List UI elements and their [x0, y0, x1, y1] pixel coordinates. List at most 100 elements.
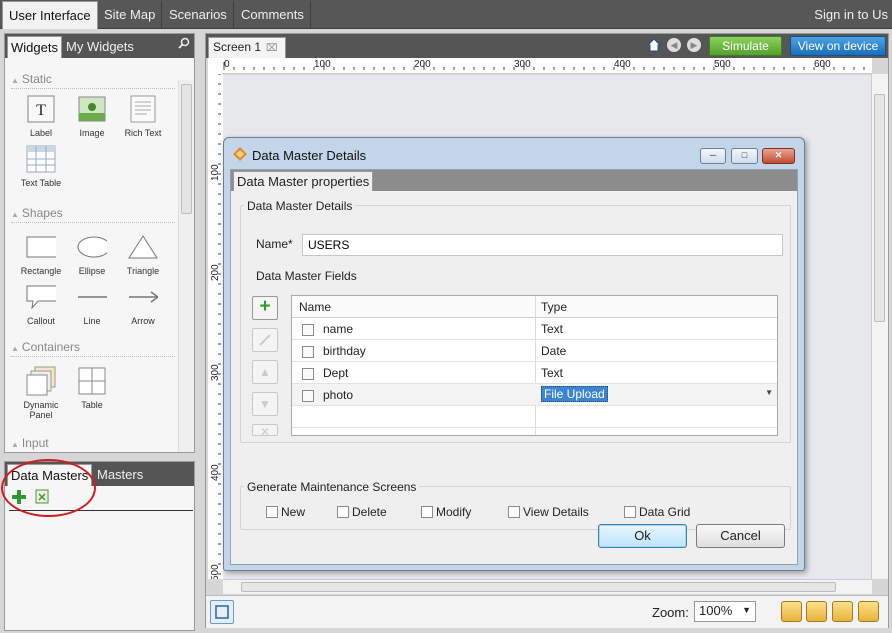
field-name[interactable]: Dept — [323, 366, 348, 380]
option-data-grid[interactable]: Data Grid — [624, 505, 690, 519]
dialog-titlebar[interactable]: Data Master Details ─ □ ✕ — [224, 138, 804, 166]
minimize-button[interactable]: ─ — [700, 148, 726, 164]
field-name[interactable]: birthday — [323, 344, 366, 358]
forward-icon[interactable]: ▶ — [687, 38, 701, 52]
rich-text-icon — [128, 94, 158, 124]
canvas-vertical-scrollbar[interactable] — [871, 74, 888, 579]
comment-icon[interactable] — [858, 601, 879, 622]
widget-ellipse[interactable]: Ellipse — [66, 232, 118, 276]
settings-icon[interactable] — [806, 601, 827, 622]
table-row[interactable]: photo File Upload ▼ — [292, 384, 777, 406]
table-row[interactable]: name Text — [292, 318, 777, 340]
tab-data-master-properties[interactable]: Data Master properties — [233, 171, 374, 191]
divider — [11, 88, 175, 89]
widget-rectangle[interactable]: Rectangle — [15, 232, 67, 276]
preview-icon[interactable] — [832, 601, 853, 622]
checkbox[interactable] — [624, 506, 636, 518]
widget-rich-text[interactable]: Rich Text — [117, 94, 169, 138]
ruler-tick: 500 — [714, 59, 731, 70]
section-containers[interactable]: ▲ Containers — [11, 340, 80, 354]
widget-text-table-text: Text Table — [20, 178, 62, 188]
name-input[interactable] — [302, 234, 783, 256]
home-icon[interactable] — [646, 38, 662, 52]
checkbox[interactable] — [266, 506, 278, 518]
image-icon — [77, 94, 107, 124]
back-icon[interactable]: ◀ — [667, 38, 681, 52]
cancel-button[interactable]: Cancel — [696, 524, 785, 548]
layout-icon[interactable] — [781, 601, 802, 622]
option-view-details[interactable]: View Details — [508, 505, 589, 519]
close-icon[interactable]: ⌧ — [266, 43, 278, 54]
canvas-horizontal-scrollbar-thumb[interactable] — [241, 582, 836, 592]
table-row[interactable]: Dept Text — [292, 362, 777, 384]
checkbox[interactable] — [508, 506, 520, 518]
row-checkbox[interactable] — [302, 368, 314, 380]
tab-widgets[interactable]: Widgets — [7, 36, 62, 58]
canvas-vertical-scrollbar-thumb[interactable] — [874, 94, 885, 322]
sign-in-link[interactable]: Sign in to Us — [814, 0, 888, 29]
maximize-button[interactable]: □ — [731, 148, 758, 164]
tab-site-map[interactable]: Site Map — [98, 1, 163, 28]
tab-masters[interactable]: Masters — [94, 464, 146, 486]
widgets-scrollbar[interactable] — [178, 80, 194, 452]
ok-button[interactable]: Ok — [598, 524, 687, 548]
delete-field-button[interactable]: ✕ — [252, 424, 278, 436]
field-name[interactable]: name — [323, 322, 353, 336]
tab-user-interface[interactable]: User Interface — [2, 1, 98, 29]
section-input[interactable]: ▲ Input — [11, 436, 49, 450]
field-name[interactable]: photo — [323, 388, 353, 402]
name-label: Name* — [256, 237, 293, 251]
column-header-name[interactable]: Name — [299, 300, 331, 314]
section-static[interactable]: ▲ Static — [11, 72, 52, 86]
widget-image[interactable]: Image — [66, 94, 118, 138]
ruler-tick: 400 — [210, 464, 221, 481]
widget-dynamic-panel[interactable]: Dynamic Panel — [15, 366, 67, 420]
widgets-scrollbar-thumb[interactable] — [181, 84, 192, 214]
checkbox[interactable] — [421, 506, 433, 518]
label-icon: T — [26, 94, 56, 124]
tab-my-widgets[interactable]: My Widgets — [63, 36, 137, 58]
zoom-select[interactable]: 100% ▼ — [694, 601, 756, 622]
canvas-horizontal-scrollbar[interactable] — [223, 579, 872, 594]
ruler-tick: 600 — [814, 59, 831, 70]
tab-scenarios[interactable]: Scenarios — [163, 1, 234, 28]
widget-text-table[interactable]: Text Table — [15, 144, 67, 188]
close-button[interactable]: ✕ — [762, 148, 795, 164]
fit-screen-button[interactable] — [210, 600, 234, 624]
column-header-type[interactable]: Type — [541, 300, 567, 314]
widget-arrow[interactable]: Arrow — [117, 282, 169, 326]
widget-line[interactable]: Line — [66, 282, 118, 326]
checkbox[interactable] — [337, 506, 349, 518]
tab-comments[interactable]: Comments — [235, 1, 311, 28]
field-type[interactable]: Text — [541, 322, 563, 336]
app-logo-icon — [233, 147, 247, 161]
row-checkbox[interactable] — [302, 390, 314, 402]
option-modify[interactable]: Modify — [421, 505, 471, 519]
move-down-button[interactable]: ▼ — [252, 392, 278, 416]
option-delete[interactable]: Delete — [337, 505, 387, 519]
ruler-tick: 200 — [210, 264, 221, 281]
widget-label[interactable]: T Label — [15, 94, 67, 138]
option-new[interactable]: New — [266, 505, 305, 519]
row-checkbox[interactable] — [302, 324, 314, 336]
move-up-button[interactable]: ▲ — [252, 360, 278, 384]
chevron-down-icon[interactable]: ▼ — [765, 388, 773, 397]
view-on-device-button[interactable]: View on device — [790, 36, 886, 56]
triangle-icon — [128, 232, 158, 262]
row-checkbox[interactable] — [302, 346, 314, 358]
add-field-button[interactable]: + — [252, 296, 278, 320]
edit-field-button[interactable] — [252, 328, 278, 352]
widget-triangle[interactable]: Triangle — [117, 232, 169, 276]
field-type[interactable]: Text — [541, 366, 563, 380]
table-row[interactable] — [292, 406, 777, 428]
tab-screen-1[interactable]: Screen 1 ⌧ — [208, 37, 286, 58]
section-shapes[interactable]: ▲ Shapes — [11, 206, 63, 220]
simulate-button[interactable]: Simulate — [709, 36, 782, 56]
widget-table[interactable]: Table — [66, 366, 118, 410]
search-icon[interactable] — [178, 37, 190, 52]
field-type[interactable]: Date — [541, 344, 566, 358]
widget-image-text: Image — [79, 128, 105, 138]
table-row[interactable]: birthday Date — [292, 340, 777, 362]
widget-callout[interactable]: Callout — [15, 282, 67, 326]
field-type-select[interactable]: File Upload — [541, 386, 608, 402]
